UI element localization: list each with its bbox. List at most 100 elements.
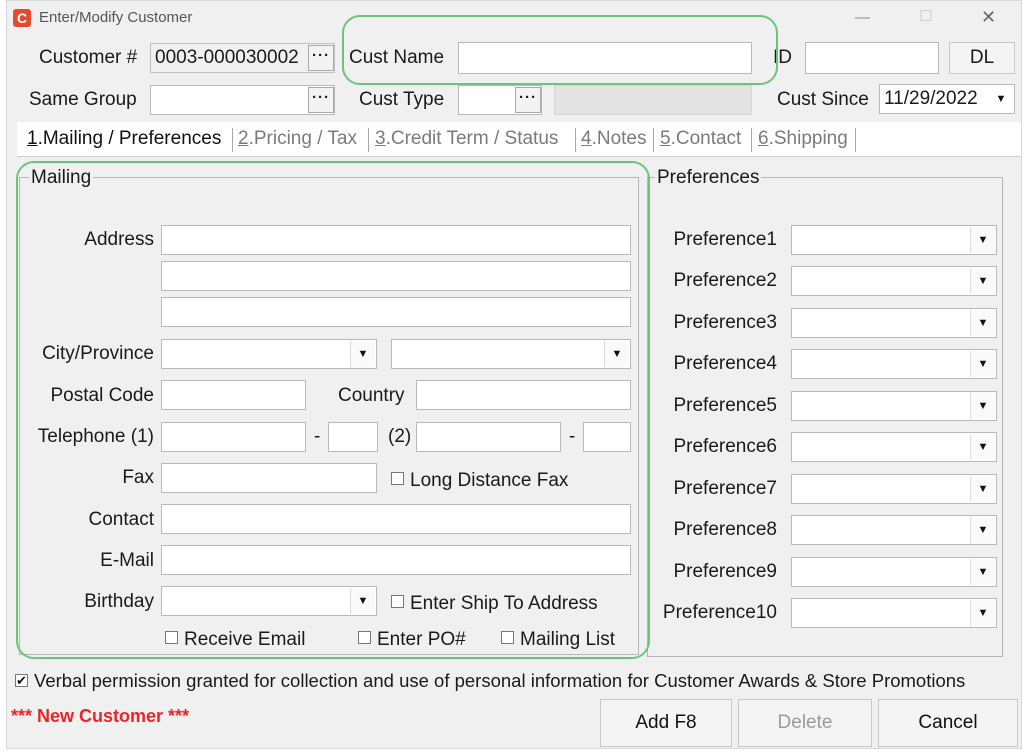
preference-1-dropdown[interactable]: ▼ — [791, 225, 997, 255]
chevron-down-icon[interactable]: ▼ — [970, 393, 995, 419]
telephone-1-input[interactable] — [161, 422, 306, 452]
tab-separator — [368, 128, 369, 152]
address-line-3[interactable] — [161, 297, 631, 327]
contact-input[interactable] — [161, 504, 631, 534]
customer-number-label: Customer # — [39, 47, 138, 68]
preference-label: Preference10 — [662, 602, 777, 623]
tab-mailing-preferences[interactable]: 1.Mailing / Preferences — [27, 126, 221, 152]
chevron-down-icon[interactable]: ▼ — [350, 341, 375, 367]
preference-3-dropdown[interactable]: ▼ — [791, 308, 997, 338]
chevron-down-icon[interactable]: ▼ — [970, 434, 995, 460]
preference-6-dropdown[interactable]: ▼ — [791, 432, 997, 462]
preference-2-dropdown[interactable]: ▼ — [791, 266, 997, 296]
preference-label: Preference2 — [673, 270, 777, 291]
fax-input[interactable] — [161, 463, 377, 493]
chevron-down-icon[interactable]: ▼ — [350, 588, 375, 614]
verbal-permission-checkbox[interactable]: ✔ Verbal permission granted for collectio… — [15, 669, 965, 693]
preference-4-dropdown[interactable]: ▼ — [791, 349, 997, 379]
cust-name-input[interactable] — [458, 42, 752, 74]
preference-7-dropdown[interactable]: ▼ — [791, 474, 997, 504]
birthday-label: Birthday — [84, 591, 154, 612]
tab-separator — [751, 128, 752, 152]
preference-label: Preference3 — [673, 312, 777, 333]
close-icon[interactable]: ✕ — [981, 5, 996, 29]
maximize-icon[interactable]: ☐ — [919, 5, 932, 29]
enter-po-label: Enter PO# — [377, 629, 466, 650]
chevron-down-icon[interactable]: ▼ — [604, 341, 629, 367]
long-distance-fax-checkbox[interactable]: Long Distance Fax — [391, 469, 568, 493]
preference-5-dropdown[interactable]: ▼ — [791, 391, 997, 421]
preference-label: Preference5 — [673, 395, 777, 416]
customer-lookup-button[interactable]: ··· — [308, 45, 334, 71]
postal-code-input[interactable] — [161, 380, 306, 410]
enter-po-checkbox[interactable]: Enter PO# — [358, 628, 466, 652]
enter-ship-to-checkbox[interactable]: Enter Ship To Address — [391, 592, 598, 616]
preference-8-dropdown[interactable]: ▼ — [791, 515, 997, 545]
address-line-2[interactable] — [161, 261, 631, 291]
mailing-list-checkbox[interactable]: Mailing List — [501, 628, 615, 652]
telephone-2-input[interactable] — [416, 422, 561, 452]
tab-credit-term-status[interactable]: 3.Credit Term / Status — [375, 126, 558, 152]
checkbox-icon — [358, 631, 371, 645]
cancel-button[interactable]: Cancel — [878, 699, 1018, 747]
window-title: Enter/Modify Customer — [39, 9, 193, 26]
address-label: Address — [84, 229, 154, 250]
delete-button[interactable]: Delete — [738, 699, 872, 747]
chevron-down-icon[interactable]: ▼ — [970, 310, 995, 336]
chevron-down-icon[interactable]: ▼ — [970, 227, 995, 253]
city-dropdown[interactable]: ▼ — [161, 339, 377, 369]
tab-separator — [232, 128, 233, 152]
chevron-down-icon[interactable]: ▼ — [970, 517, 995, 543]
birthday-dropdown[interactable]: ▼ — [161, 586, 377, 616]
dl-button[interactable]: DL — [949, 42, 1015, 74]
title-bar: C Enter/Modify Customer — ☐ ✕ — [7, 1, 1021, 35]
chevron-down-icon[interactable]: ▼ — [970, 559, 995, 585]
chevron-down-icon[interactable]: ▼ — [989, 86, 1013, 112]
email-label: E-Mail — [100, 550, 154, 571]
tab-separator — [855, 128, 856, 152]
preference-label: Preference9 — [673, 561, 777, 582]
same-group-lookup-button[interactable]: ··· — [308, 87, 334, 113]
province-dropdown[interactable]: ▼ — [391, 339, 631, 369]
telephone-1-dash: - — [314, 426, 321, 447]
customer-window: C Enter/Modify Customer — ☐ ✕ Customer #… — [6, 0, 1022, 749]
preference-label: Preference1 — [673, 229, 777, 250]
tab-pricing-tax[interactable]: 2.Pricing / Tax — [238, 126, 357, 152]
tab-contact[interactable]: 5.Contact — [660, 126, 741, 152]
id-label: ID — [773, 47, 792, 68]
tab-notes[interactable]: 4.Notes — [581, 126, 647, 152]
chevron-down-icon[interactable]: ▼ — [970, 600, 995, 626]
contact-label: Contact — [88, 509, 154, 530]
email-input[interactable] — [161, 545, 631, 575]
verbal-permission-label: Verbal permission granted for collection… — [34, 670, 966, 691]
cust-type-lookup-button[interactable]: ··· — [515, 87, 541, 113]
telephone-2-label: (2) — [388, 426, 412, 447]
preference-9-dropdown[interactable]: ▼ — [791, 557, 997, 587]
app-logo-icon: C — [13, 9, 31, 27]
cust-since-dropdown[interactable]: 11/29/2022 ▼ — [879, 84, 1015, 114]
chevron-down-icon[interactable]: ▼ — [970, 268, 995, 294]
new-customer-status: *** New Customer *** — [11, 706, 190, 726]
id-input[interactable] — [805, 42, 939, 74]
telephone-2-ext-input[interactable] — [583, 422, 631, 452]
add-button[interactable]: Add F8 — [600, 699, 732, 747]
tab-shipping[interactable]: 6.Shipping — [758, 126, 848, 152]
long-distance-fax-label: Long Distance Fax — [410, 470, 569, 491]
minimize-icon[interactable]: — — [855, 6, 870, 30]
cust-type-label: Cust Type — [359, 89, 445, 110]
country-label: Country — [338, 385, 405, 406]
tab-separator — [575, 128, 576, 152]
preference-10-dropdown[interactable]: ▼ — [791, 598, 997, 628]
fax-label: Fax — [122, 467, 154, 488]
telephone-label: Telephone (1) — [37, 426, 154, 447]
enter-ship-to-label: Enter Ship To Address — [410, 593, 598, 614]
chevron-down-icon[interactable]: ▼ — [970, 351, 995, 377]
chevron-down-icon[interactable]: ▼ — [970, 476, 995, 502]
preference-label: Preference7 — [673, 478, 777, 499]
address-line-1[interactable] — [161, 225, 631, 255]
country-input[interactable] — [416, 380, 631, 410]
telephone-1-ext-input[interactable] — [328, 422, 378, 452]
checkbox-icon — [165, 631, 178, 645]
checkbox-icon — [391, 472, 404, 486]
receive-email-checkbox[interactable]: Receive Email — [165, 628, 305, 652]
